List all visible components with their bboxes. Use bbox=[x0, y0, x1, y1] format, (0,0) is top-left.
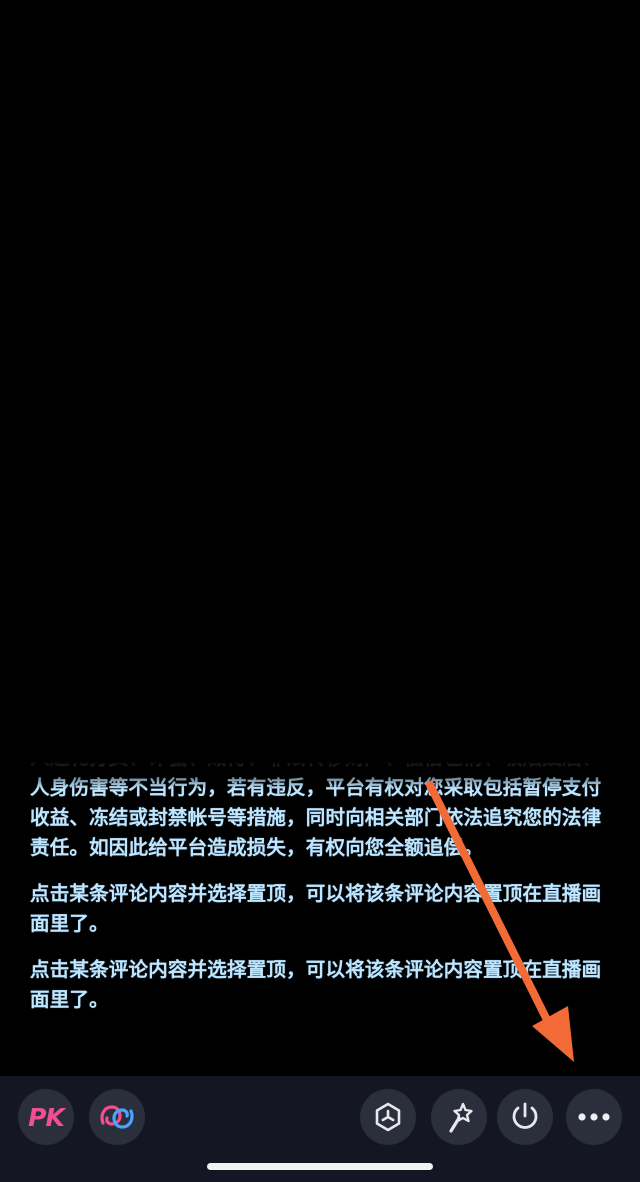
more-button[interactable] bbox=[566, 1089, 622, 1145]
pin-comment-tip: 点击某条评论内容并选择置顶，可以将该条评论内容置顶在直播画面里了。 bbox=[30, 882, 602, 935]
link-mic-button[interactable] bbox=[89, 1089, 145, 1145]
pk-icon: PK bbox=[28, 1102, 65, 1132]
pin-comment-tip: 点击某条评论内容并选择置顶，可以将该条评论内容置顶在直播画面里了。 bbox=[30, 958, 602, 1011]
beauty-button[interactable] bbox=[431, 1089, 487, 1145]
magic-wand-icon bbox=[449, 1102, 473, 1133]
home-indicator[interactable] bbox=[207, 1163, 433, 1170]
power-icon bbox=[512, 1102, 538, 1129]
more-dots-icon bbox=[578, 1113, 610, 1121]
link-mic-icon bbox=[100, 1105, 134, 1129]
hexagon-icon bbox=[375, 1102, 401, 1132]
interaction-button[interactable] bbox=[360, 1089, 416, 1145]
live-ops-button[interactable] bbox=[497, 1089, 553, 1145]
comment-feed-list: 人送礼打赏、诈骗、赌博、非法转移财产、低俗色情、吸烟酗酒、人身伤害等不当行为，若… bbox=[30, 755, 620, 1031]
feed-fade-overlay bbox=[30, 755, 620, 789]
comment-feed[interactable]: 人送礼打赏、诈骗、赌博、非法转移财产、低俗色情、吸烟酗酒、人身伤害等不当行为，若… bbox=[30, 755, 620, 1073]
pk-button[interactable]: PK bbox=[18, 1089, 74, 1145]
live-stream-screen: 人送礼打赏、诈骗、赌博、非法转移财产、低俗色情、吸烟酗酒、人身伤害等不当行为，若… bbox=[0, 0, 640, 1182]
